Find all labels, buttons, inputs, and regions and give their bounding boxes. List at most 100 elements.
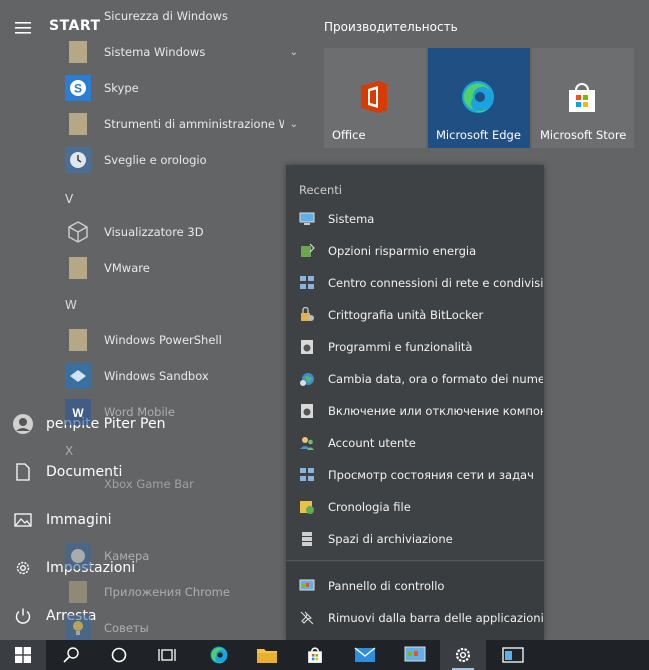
taskbar-app[interactable] [490,640,536,670]
cortana-icon [111,647,127,663]
app-label: Windows PowerShell [104,333,222,347]
app-item[interactable]: Visualizzatore 3D [56,216,306,248]
tile-office[interactable]: Office [324,48,426,148]
menu-label: Account utente [328,436,416,450]
bitlocker-icon [299,307,315,323]
unpin-taskbar-item[interactable]: Rimuovi dalla barra delle applicazioni [286,602,544,634]
group-letter-w[interactable]: W [65,298,77,312]
cortana-button[interactable] [96,640,142,670]
picture-icon [0,513,46,527]
start-rail: penpite Piter Pen Documenti Immagini Imp… [0,0,165,640]
search-icon [63,647,79,663]
app-folder[interactable]: VMware [56,252,306,284]
users-icon [299,435,315,451]
menu-item[interactable]: Spazi di archiviazione [286,523,544,555]
app-item[interactable]: Камера [56,540,306,572]
tile-label: Office [332,128,366,142]
menu-actions: Pannello di controllo Rimuovi dalla barr… [286,562,544,640]
gear-icon [455,647,471,663]
edge-icon [210,646,228,664]
windows-logo-icon [15,647,31,663]
menu-item[interactable]: Cambia data, ora o formato dei numeri [286,363,544,395]
file-history-icon [299,499,315,515]
app-folder[interactable]: Sistema Windows ⌄ [56,36,306,68]
network-icon [299,275,315,291]
app-item[interactable]: Windows Sandbox [56,360,306,392]
sandbox-icon [62,360,94,392]
menu-label: Cambia data, ora o formato dei numeri [328,372,543,386]
folder-icon [62,108,94,140]
folder-icon [62,324,94,356]
control-panel-icon [404,646,426,662]
menu-item[interactable]: Opzioni risparmio energia [286,235,544,267]
menu-label: Opzioni risparmio energia [328,244,477,258]
hamburger-icon [0,22,46,34]
menu-item[interactable]: Centro connessioni di rete e condivisio.… [286,267,544,299]
app-label: Приложения Chrome [104,585,230,599]
power-options-icon [299,243,315,259]
app-label: Windows Sandbox [104,369,209,383]
store-icon [308,647,322,663]
start-menu: penpite Piter Pen Documenti Immagini Imp… [0,0,649,641]
app-item[interactable]: Sicurezza di Windows [56,0,306,32]
svg-text:W: W [72,406,84,420]
app-label: Xbox Game Bar [104,477,194,491]
menu-label: Programmi e funzionalità [328,340,473,354]
menu-item[interactable]: Включение или отключение компон... [286,395,544,427]
folder-icon [62,36,94,68]
taskbar-store[interactable] [292,640,338,670]
app-folder[interactable]: Strumenti di amministrazione Wi... ⌄ [56,108,306,140]
xbox-icon [62,468,94,500]
taskbar-edge[interactable] [196,640,242,670]
camera-icon [62,540,94,572]
app-label: Sistema Windows [104,45,206,59]
app-item[interactable]: W Word Mobile [56,396,306,428]
menu-item[interactable]: Cronologia file [286,491,544,523]
tile-label: Microsoft Edge [436,128,521,142]
mail-icon [354,647,376,662]
menu-item[interactable]: Account utente [286,427,544,459]
svg-text:S: S [74,82,82,96]
menu-item[interactable]: Programmi e funzionalità [286,331,544,363]
edge-icon [459,78,497,116]
taskbar-control-panel[interactable] [392,640,438,670]
group-letter-v[interactable]: V [65,192,73,206]
programs-icon [299,339,315,355]
app-label: Strumenti di amministrazione Wi... [104,117,284,131]
power-icon [0,607,46,625]
task-view-button[interactable] [144,640,190,670]
app-folder[interactable]: Приложения Chrome [56,576,306,608]
app-list: Sicurezza di Windows Sistema Windows ⌄ S… [56,0,306,641]
menu-label: Включение или отключение компон... [328,404,543,418]
menu-label: Pannello di controllo [328,579,445,593]
region-icon [299,371,315,387]
taskbar-mail[interactable] [342,640,388,670]
app-label: Советы [104,621,149,635]
task-view-icon [158,649,176,661]
start-button[interactable] [0,640,46,670]
app-item[interactable]: S Skype [56,72,306,104]
taskbar-settings[interactable] [440,640,486,670]
tile-store[interactable]: Microsoft Store [532,48,634,148]
app-label: Sveglie e orologio [104,153,207,167]
control-panel-item[interactable]: Pannello di controllo [286,570,544,602]
menu-item[interactable]: Crittografia unità BitLocker [286,299,544,331]
window-icon [502,647,524,663]
menu-item[interactable]: Просмотр состояния сети и задач [286,459,544,491]
group-letter-x[interactable]: X [65,444,73,458]
storage-icon [299,531,315,547]
app-item[interactable]: Xbox Game Bar [56,468,306,500]
search-button[interactable] [48,640,94,670]
control-panel-icon [299,578,315,594]
app-item[interactable]: Sveglie e orologio [56,144,306,176]
menu-divider [286,560,544,561]
menu-label: Centro connessioni di rete e condivisio.… [328,276,543,290]
folder-icon [62,252,94,284]
tile-edge[interactable]: Microsoft Edge [428,48,530,148]
menu-header: Recenti [299,183,342,197]
tile-group-title[interactable]: Производительность [324,20,458,34]
taskbar-file-explorer[interactable] [244,640,290,670]
menu-item[interactable]: Sistema [286,203,544,235]
app-folder[interactable]: Windows PowerShell [56,324,306,356]
shield-icon [62,0,94,32]
